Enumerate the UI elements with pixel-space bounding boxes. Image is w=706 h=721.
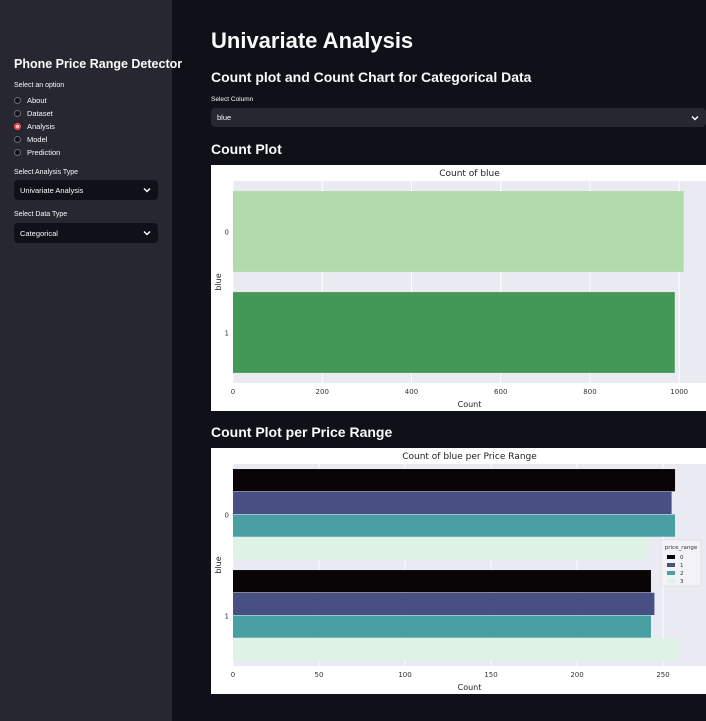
radio-circle-icon <box>14 110 21 117</box>
x-tick-label: 200 <box>316 388 329 396</box>
legend-swatch <box>667 579 675 583</box>
column-value: blue <box>217 113 232 122</box>
legend-swatch <box>667 555 675 559</box>
option-label: Select an option <box>14 82 65 89</box>
data-type-value: Categorical <box>20 228 58 238</box>
x-tick-label: 0 <box>231 388 235 396</box>
sidebar-title: Phone Price Range Detector <box>14 57 183 71</box>
y-tick-label: 1 <box>225 613 229 621</box>
per-range-heading: Count Plot per Price Range <box>211 424 393 440</box>
analysis-type-label: Select Analysis Type <box>14 169 79 176</box>
bar <box>233 638 679 661</box>
column-select[interactable]: blue <box>211 108 706 127</box>
legend-label: 1 <box>680 563 684 569</box>
y-tick-label: 1 <box>225 330 229 338</box>
legend-label: 3 <box>680 579 684 585</box>
radio-dataset[interactable]: Dataset <box>14 108 53 119</box>
radio-label: Prediction <box>27 148 61 157</box>
per-range-chart: 0 50 100 150 200 250 Count of blue per Price R… <box>211 448 706 694</box>
radio-label: Model <box>27 135 48 144</box>
x-tick-label: 200 <box>570 671 583 679</box>
radio-model[interactable]: Model <box>14 134 47 145</box>
x-tick-label: 1000 <box>670 388 688 396</box>
sidebar: Phone Price Range Detector Select an opt… <box>0 0 182 721</box>
radio-prediction[interactable]: Prediction <box>14 147 60 158</box>
count-plot-heading: Count Plot <box>211 141 282 157</box>
x-tick-label: 150 <box>484 671 497 679</box>
chevron-down-icon <box>143 230 151 236</box>
bar <box>233 514 676 537</box>
x-tick-label: 0 <box>231 671 235 679</box>
analysis-type-select[interactable]: Univariate Analysis <box>14 180 158 200</box>
x-tick-label: 600 <box>494 388 507 396</box>
x-tick-label: 100 <box>398 671 411 679</box>
bar <box>233 615 651 638</box>
radio-about[interactable]: About <box>14 95 47 106</box>
bar <box>233 292 675 373</box>
chart-title: Count of blue per Price Range <box>402 452 537 462</box>
legend-swatch <box>667 563 675 567</box>
legend-swatch <box>667 571 675 575</box>
count-plot-chart: 0 200 400 600 800 1000 Count of blue Count blue 0… <box>211 165 706 411</box>
radio-circle-icon <box>14 149 21 156</box>
radio-circle-icon <box>14 136 21 143</box>
page-title: Univariate Analysis <box>211 28 414 53</box>
chevron-down-icon <box>691 115 699 121</box>
bar <box>233 537 648 560</box>
column-label: Select Column <box>211 96 254 103</box>
radio-label: Dataset <box>27 109 53 118</box>
x-axis-label: Count <box>458 400 482 409</box>
x-axis-label: Count <box>458 683 482 692</box>
y-tick-label: 0 <box>225 512 229 520</box>
y-tick-label: 0 <box>225 229 229 237</box>
x-tick-label: 400 <box>405 388 418 396</box>
bar <box>233 191 684 272</box>
x-tick-label: 50 <box>315 671 324 679</box>
radio-selected-icon <box>14 123 21 130</box>
y-axis-label: blue <box>214 556 223 573</box>
x-tick-label: 250 <box>656 671 669 679</box>
bar <box>233 592 655 615</box>
chart-title: Count of blue <box>439 169 500 179</box>
x-tick-label: 800 <box>583 388 596 396</box>
legend-label: 2 <box>680 571 684 577</box>
count-plot-svg: 0 200 400 600 800 1000 Count of blue Count blue 0… <box>214 169 706 409</box>
chevron-down-icon <box>143 187 151 193</box>
analysis-type-value: Univariate Analysis <box>20 185 84 195</box>
data-type-select[interactable]: Categorical <box>14 223 158 243</box>
radio-circle-icon <box>14 97 21 104</box>
bar <box>233 491 672 514</box>
legend-title: price_range <box>665 545 698 551</box>
radio-label: Analysis <box>27 122 55 131</box>
bar <box>233 570 651 593</box>
y-axis-label: blue <box>214 273 223 290</box>
radio-label: About <box>27 96 47 105</box>
bar <box>233 469 676 492</box>
legend-label: 0 <box>680 555 684 561</box>
per-range-svg: 0 50 100 150 200 250Count of blue per Price R… <box>214 452 706 692</box>
data-type-label: Select Data Type <box>14 211 68 218</box>
section-subtitle: Count plot and Count Chart for Categoric… <box>211 69 532 85</box>
radio-analysis[interactable]: Analysis <box>14 121 55 132</box>
